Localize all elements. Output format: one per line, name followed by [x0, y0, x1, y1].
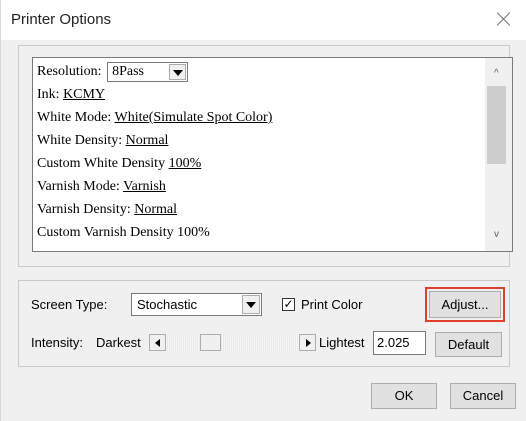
intensity-slider[interactable] — [149, 334, 316, 351]
cancel-button-label: Cancel — [462, 388, 504, 403]
arrow-left-icon[interactable] — [149, 334, 166, 351]
lightest-label: Lightest — [319, 335, 365, 350]
ok-button[interactable]: OK — [371, 383, 437, 409]
option-label: Varnish Density: — [37, 202, 131, 217]
resolution-select[interactable]: 8Pass — [107, 61, 189, 82]
option-label: White Mode: — [37, 110, 112, 125]
option-value[interactable]: White(Simulate Spot Color) — [115, 110, 273, 125]
intensity-label: Intensity: — [31, 335, 84, 350]
option-value[interactable]: KCMY — [63, 87, 105, 102]
list-item[interactable]: White Mode: White(Simulate Spot Color) — [37, 106, 482, 129]
intensity-value-field[interactable]: 2.025 — [373, 331, 426, 355]
printer-options-dialog: Printer Options Resolution: 8Pass Ink: K… — [0, 0, 526, 421]
default-button-label: Default — [447, 337, 490, 352]
adjust-button[interactable]: Adjust... — [429, 291, 501, 318]
scrollbar-thumb[interactable] — [487, 86, 506, 164]
cancel-button[interactable]: Cancel — [450, 383, 516, 409]
scroll-down-icon[interactable]: v — [494, 230, 499, 240]
option-label: White Density: — [37, 133, 123, 148]
dialog-title: Printer Options — [11, 11, 112, 28]
print-color-checkbox[interactable]: ✓ — [282, 298, 295, 311]
ok-button-label: OK — [394, 388, 414, 403]
arrow-right-icon[interactable] — [299, 334, 316, 351]
options-listbox[interactable]: Resolution: 8Pass Ink: KCMY White Mode: … — [32, 57, 513, 252]
list-item[interactable]: Custom Varnish Density 100% — [37, 221, 482, 244]
option-label: Custom Varnish Density — [37, 225, 174, 240]
screen-type-select[interactable]: Stochastic — [131, 293, 262, 316]
list-item[interactable]: Varnish Mode: Varnish — [37, 175, 482, 198]
adjust-button-label: Adjust... — [441, 297, 489, 312]
option-value[interactable]: Varnish — [123, 179, 166, 194]
darkest-label: Darkest — [96, 335, 141, 350]
resolution-value: 8Pass — [112, 63, 144, 79]
title-bar: Printer Options — [1, 0, 526, 40]
screen-type-value: Stochastic — [137, 297, 197, 312]
vertical-scrollbar[interactable]: ^ v — [485, 58, 512, 251]
option-label: Ink: — [37, 87, 60, 102]
option-value[interactable]: 100% — [169, 156, 202, 171]
scroll-up-icon[interactable]: ^ — [494, 69, 499, 79]
print-color-label[interactable]: Print Color — [301, 297, 362, 313]
option-label: Varnish Mode: — [37, 179, 120, 194]
option-label: Custom White Density — [37, 156, 166, 171]
list-item[interactable]: Ink: KCMY — [37, 83, 482, 106]
list-item[interactable]: Varnish Density: Normal — [37, 198, 482, 221]
resolution-label: Resolution: — [37, 64, 102, 79]
option-value[interactable]: Normal — [134, 202, 177, 217]
option-value[interactable]: Normal — [126, 133, 169, 148]
close-icon[interactable] — [493, 8, 515, 30]
chevron-down-icon[interactable] — [242, 295, 260, 314]
chevron-down-icon[interactable] — [169, 63, 187, 80]
screen-type-label: Screen Type: — [31, 297, 108, 312]
list-item[interactable]: Custom White Density 100% — [37, 152, 482, 175]
option-value[interactable]: 100% — [177, 225, 210, 240]
resolution-row: Resolution: 8Pass — [37, 60, 482, 83]
default-button[interactable]: Default — [435, 332, 502, 357]
list-item[interactable]: White Density: Normal — [37, 129, 482, 152]
slider-thumb[interactable] — [199, 334, 221, 351]
